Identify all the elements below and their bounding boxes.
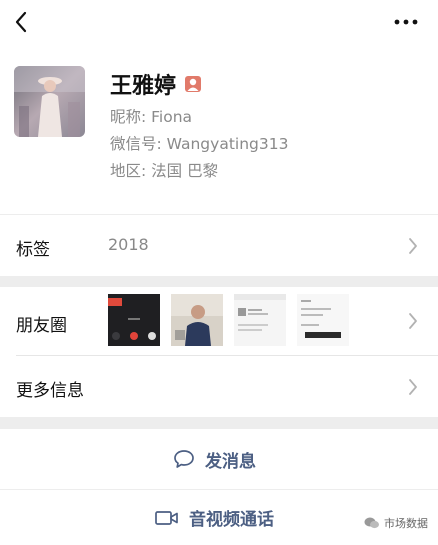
chevron-right-icon [409,379,417,395]
tags-value: 2018 [108,235,149,254]
chevron-right-icon [409,238,417,254]
wechat-logo-icon [364,517,379,529]
more-info-row[interactable]: 更多信息 [0,356,438,417]
profile-header: 王雅婷 昵称: Fiona 微信号: Wangyating313 地区: 法国 … [0,50,438,214]
moments-section: 朋友圈 更多信息 [0,287,438,417]
video-camera-icon [155,510,178,525]
wechat-id-text: 微信号: Wangyating313 [110,135,289,153]
tags-row[interactable]: 标签 2018 [0,215,438,276]
more-info-label: 更多信息 [16,381,84,401]
chevron-right-icon [409,313,417,329]
chevron-left-icon [15,11,27,33]
contact-name: 王雅婷 [110,74,177,99]
moments-thumbnail [108,294,160,346]
female-person-icon [185,76,202,92]
tags-label: 标签 [16,240,50,260]
more-options-button[interactable] [390,14,422,30]
moments-thumbnail [297,294,349,346]
back-button[interactable] [8,8,34,36]
moments-thumbnail [171,294,223,346]
watermark-text: 市场数据 [384,517,428,530]
region-text: 地区: 法国 巴黎 [110,162,219,180]
moments-label: 朋友圈 [16,316,67,336]
moments-row[interactable]: 朋友圈 [0,287,438,355]
ellipsis-icon [394,19,418,25]
moments-thumbnail [234,294,286,346]
nickname-text: 昵称: Fiona [110,108,193,126]
video-call-label: 音视频通话 [189,510,274,530]
watermark: 市场数据 [364,515,428,531]
avatar[interactable] [14,66,85,137]
chat-bubble-icon [174,450,194,468]
send-message-label: 发消息 [205,451,256,472]
send-message-button[interactable]: 发消息 [0,429,438,489]
top-bar [0,0,438,50]
